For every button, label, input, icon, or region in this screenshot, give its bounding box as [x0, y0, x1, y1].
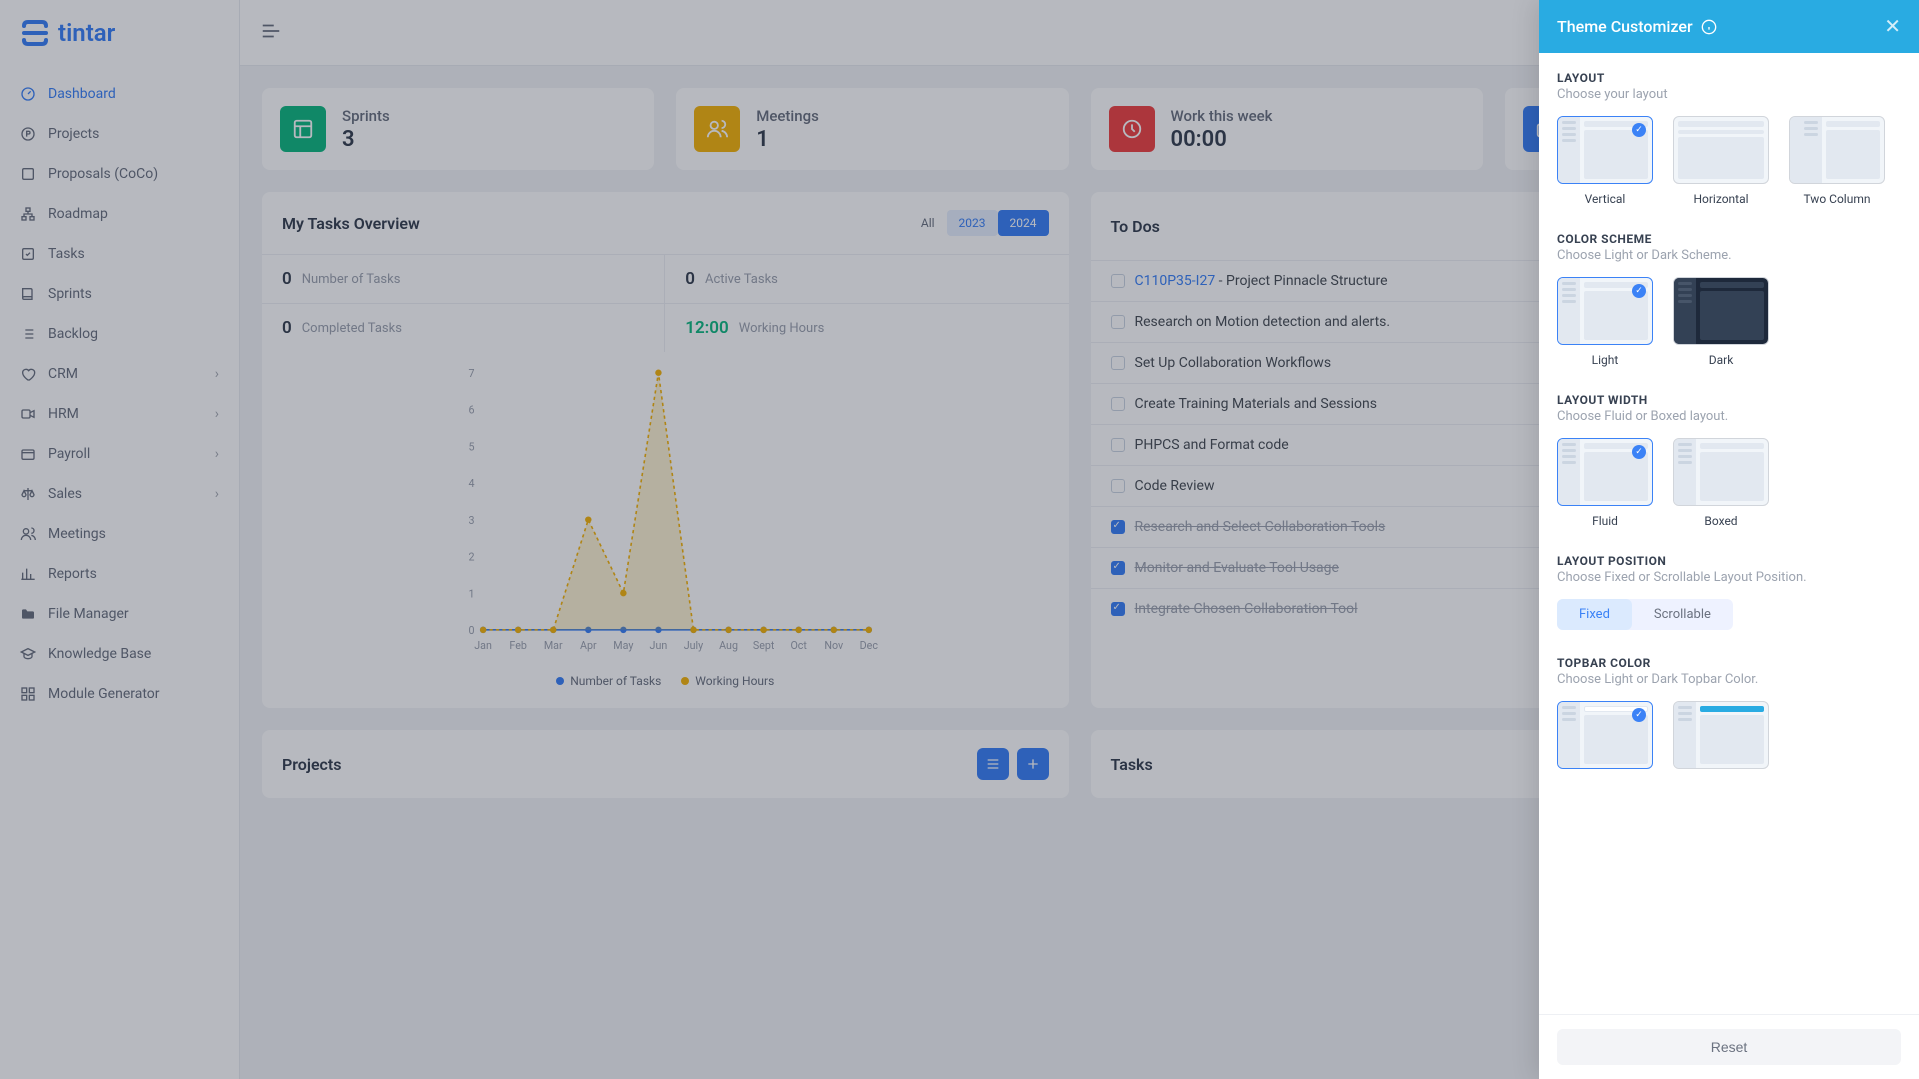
position-section-label: LAYOUT POSITION: [1557, 554, 1901, 568]
reset-button[interactable]: Reset: [1557, 1029, 1901, 1065]
topbar-option[interactable]: ✓: [1557, 701, 1653, 769]
topbar-section-label: TOPBAR COLOR: [1557, 656, 1901, 670]
width-section-label: LAYOUT WIDTH: [1557, 393, 1901, 407]
topbar-option[interactable]: [1673, 701, 1769, 769]
layout-section-label: LAYOUT: [1557, 71, 1901, 85]
option-label: Horizontal: [1693, 192, 1748, 206]
position-section-desc: Choose Fixed or Scrollable Layout Positi…: [1557, 570, 1901, 585]
option-label: Light: [1592, 353, 1619, 367]
scheme-option-light[interactable]: ✓Light: [1557, 277, 1653, 367]
option-label: Vertical: [1585, 192, 1626, 206]
scheme-section-label: COLOR SCHEME: [1557, 232, 1901, 246]
topbar-section-desc: Choose Light or Dark Topbar Color.: [1557, 672, 1901, 687]
layout-section-desc: Choose your layout: [1557, 87, 1901, 102]
info-icon: [1701, 19, 1717, 35]
customizer-close-button[interactable]: ✕: [1884, 14, 1901, 39]
option-label: Fluid: [1592, 514, 1618, 528]
customizer-title: Theme Customizer: [1557, 17, 1693, 36]
width-option-boxed[interactable]: Boxed: [1673, 438, 1769, 528]
layout-option-horizontal[interactable]: Horizontal: [1673, 116, 1769, 206]
width-section-desc: Choose Fluid or Boxed layout.: [1557, 409, 1901, 424]
position-pill-scrollable[interactable]: Scrollable: [1632, 599, 1733, 630]
option-label: Two Column: [1803, 192, 1870, 206]
theme-customizer-panel: Theme Customizer ✕ LAYOUT Choose your la…: [1539, 0, 1919, 1079]
position-pill-fixed[interactable]: Fixed: [1557, 599, 1632, 630]
option-label: Dark: [1709, 353, 1734, 367]
layout-option-two-column[interactable]: Two Column: [1789, 116, 1885, 206]
layout-option-vertical[interactable]: ✓Vertical: [1557, 116, 1653, 206]
scheme-section-desc: Choose Light or Dark Scheme.: [1557, 248, 1901, 263]
scheme-option-dark[interactable]: Dark: [1673, 277, 1769, 367]
option-label: Boxed: [1704, 514, 1737, 528]
width-option-fluid[interactable]: ✓Fluid: [1557, 438, 1653, 528]
